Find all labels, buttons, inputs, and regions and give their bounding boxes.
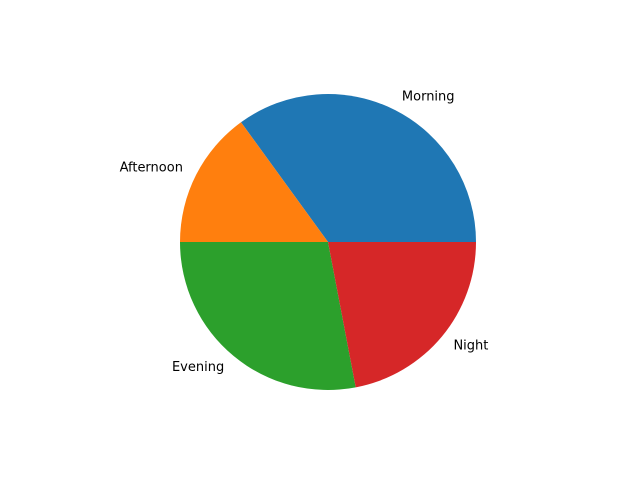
pie-chart: Morning Afternoon Evening Night	[120, 89, 488, 391]
pie-slices	[180, 94, 477, 391]
pie-label-evening: Evening	[172, 360, 224, 375]
pie-label-afternoon: Afternoon	[120, 161, 183, 176]
pie-label-morning: Morning	[402, 89, 455, 104]
pie-label-night: Night	[453, 338, 488, 353]
